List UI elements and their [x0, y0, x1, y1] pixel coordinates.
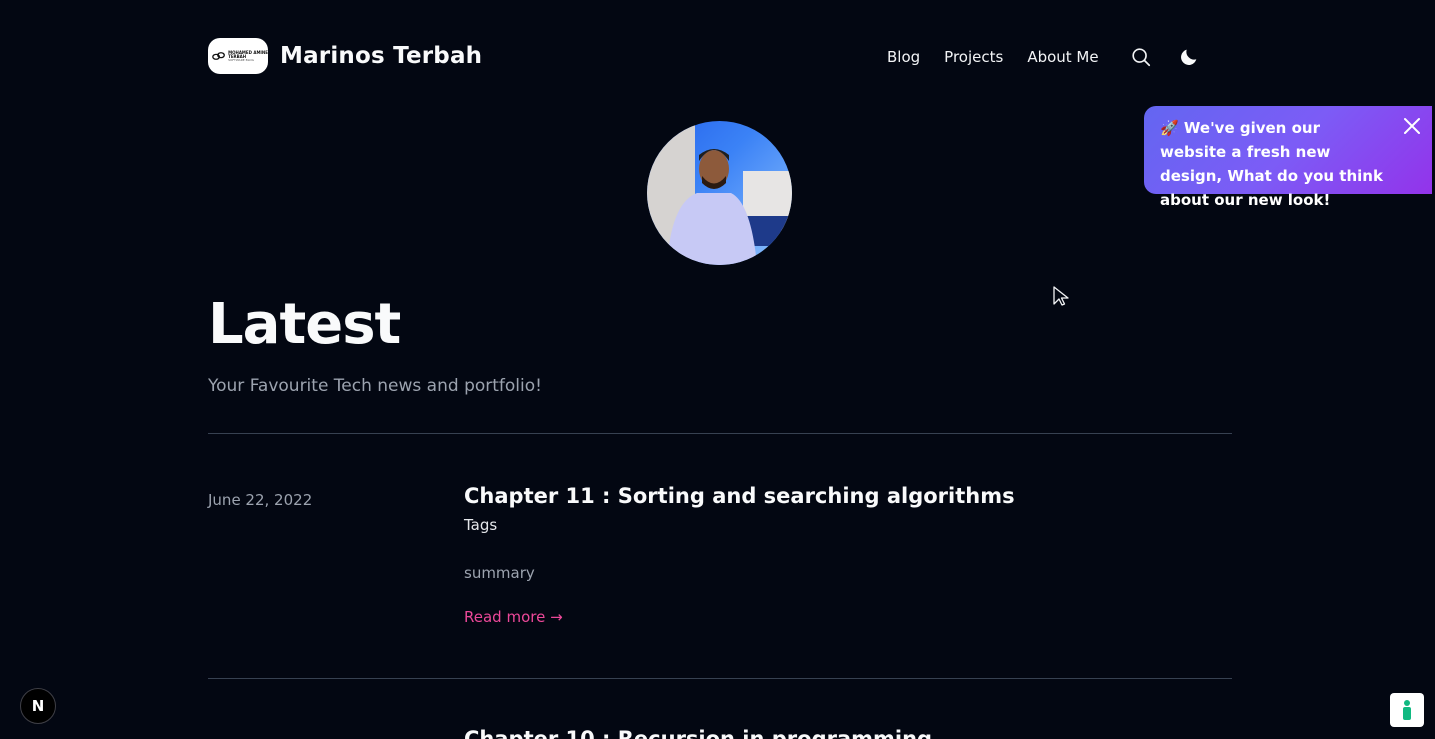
page: MOHAMED AMINE TERBAH SOFTWARE BLOG Marin…	[0, 0, 1435, 739]
moon-icon	[1180, 49, 1196, 65]
post-title-link[interactable]: Chapter 11 : Sorting and searching algor…	[464, 484, 1015, 508]
read-more-link[interactable]: Read more →	[464, 608, 563, 626]
site-logo-link[interactable]: MOHAMED AMINE TERBAH SOFTWARE BLOG Marin…	[208, 38, 482, 74]
search-icon	[1131, 48, 1150, 67]
divider	[208, 433, 1232, 434]
main-nav: Blog Projects About Me	[887, 46, 1201, 68]
logo-mark-icon	[212, 52, 225, 60]
accessibility-icon	[1403, 700, 1411, 720]
nav-about-me[interactable]: About Me	[1027, 48, 1098, 66]
nextjs-dev-badge[interactable]: N	[20, 688, 56, 724]
page-title: Latest	[208, 292, 401, 357]
post-date: June 22, 2022	[208, 491, 313, 509]
nav-blog[interactable]: Blog	[887, 48, 920, 66]
divider	[208, 678, 1232, 679]
toast-close-button[interactable]	[1402, 116, 1422, 136]
logo-line-3: SOFTWARE BLOG	[228, 57, 254, 62]
theme-toggle-button[interactable]	[1177, 45, 1201, 69]
page-subtitle: Your Favourite Tech news and portfolio!	[208, 376, 542, 396]
logo: MOHAMED AMINE TERBAH SOFTWARE BLOG	[208, 38, 268, 74]
avatar	[647, 121, 792, 265]
mouse-cursor-icon	[1053, 286, 1069, 306]
post-summary: summary	[464, 564, 535, 582]
avatar-photo	[647, 121, 792, 265]
close-icon	[1404, 118, 1420, 134]
search-button[interactable]	[1129, 45, 1153, 69]
nav-projects[interactable]: Projects	[944, 48, 1003, 66]
accessibility-widget-button[interactable]	[1390, 693, 1424, 727]
toast-message: 🚀 We've given our website a fresh new de…	[1160, 119, 1383, 209]
post-tags: Tags	[464, 516, 498, 534]
site-title[interactable]: Marinos Terbah	[280, 43, 482, 69]
post-title-link[interactable]: Chapter 10 : Recursion in programming	[464, 727, 932, 739]
announcement-toast: 🚀 We've given our website a fresh new de…	[1144, 106, 1432, 209]
